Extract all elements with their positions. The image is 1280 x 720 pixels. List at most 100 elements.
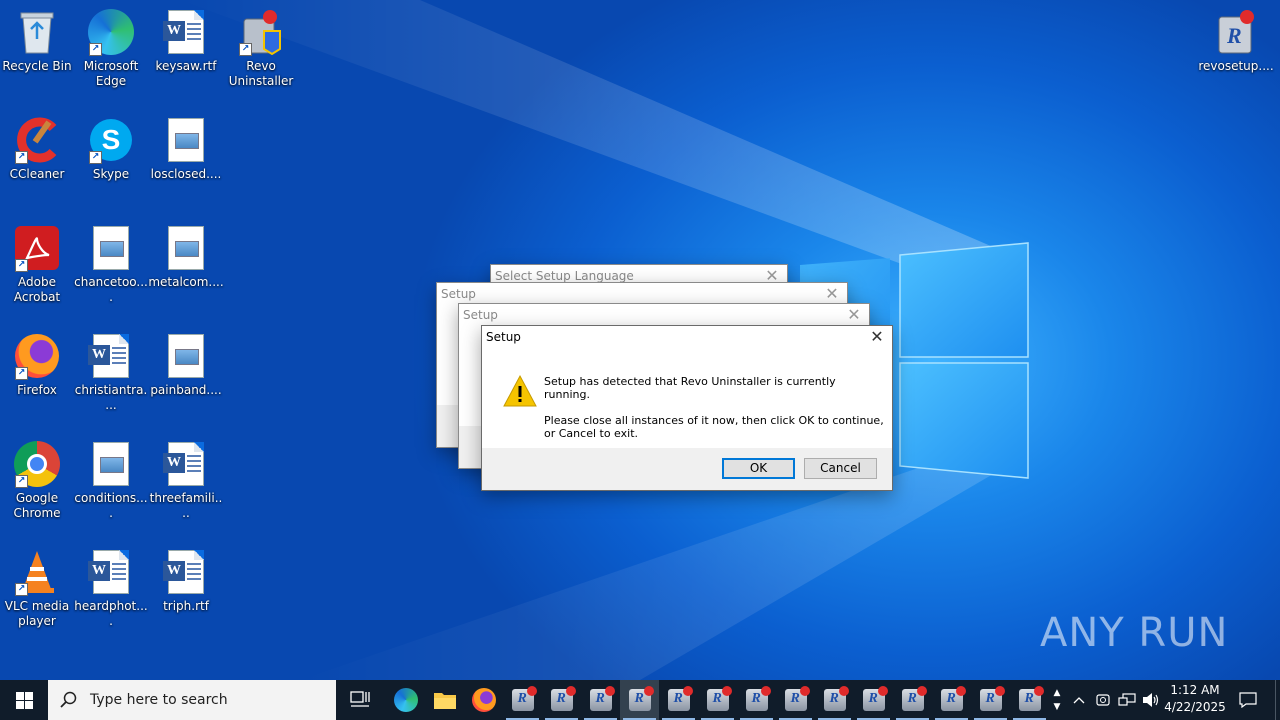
taskbar-search-box[interactable]: Type here to search [48,680,336,720]
recycle-bin-icon [13,8,61,56]
desktop-icon-file[interactable]: W keysaw.rtf [149,8,223,74]
close-icon[interactable]: ✕ [845,306,863,324]
setup-warning-dialog[interactable]: Setup ✕ Setup has detected that Revo Uni… [481,325,893,491]
desktop-icon-file[interactable]: W threefamili.... [149,440,223,521]
dialog-footer: OK Cancel [482,448,892,490]
desktop-icon-label: christiantra.... [74,383,148,412]
taskbar-clock[interactable]: 1:12 AM 4/22/2025 [1160,682,1230,716]
image-file-icon [87,224,135,272]
notification-icon [1239,692,1257,708]
taskbar-revo-window[interactable] [1010,680,1049,720]
taskbar-file-explorer[interactable] [425,680,465,720]
revo-uninstaller-icon [628,686,654,711]
taskbar-revo-window[interactable] [737,680,776,720]
ccleaner-icon: ↗ [13,116,61,164]
shortcut-arrow-icon: ↗ [15,259,28,272]
desktop-icon-label: threefamili.... [149,491,223,520]
desktop-icon-file[interactable]: chancetoo.... [74,224,148,305]
desktop-icon-firefox[interactable]: ↗ Firefox [0,332,74,398]
start-button[interactable] [0,680,48,720]
taskbar-revo-window[interactable] [815,680,854,720]
taskbar-revo-window[interactable] [542,680,581,720]
desktop-icon-file[interactable]: W heardphot.... [74,548,148,629]
action-center-button[interactable] [1234,680,1262,720]
desktop-icon-file[interactable]: metalcom.... [148,224,224,290]
image-file-icon [162,116,210,164]
desktop-icon-revo-uninstaller[interactable]: ↗ Revo Uninstaller [224,8,298,89]
taskbar-revo-window[interactable] [854,680,893,720]
tray-volume-button[interactable] [1140,680,1162,720]
close-icon[interactable]: ✕ [823,285,841,303]
ok-button[interactable]: OK [722,458,795,479]
desktop-icon-ccleaner[interactable]: ↗ CCleaner [0,116,74,182]
chevron-down-icon[interactable]: ▼ [1054,700,1061,714]
taskbar-revo-window[interactable] [932,680,971,720]
taskbar-revo-window[interactable] [971,680,1010,720]
shortcut-arrow-icon: ↗ [15,583,28,596]
taskbar-edge[interactable] [386,680,426,720]
taskbar-scroll[interactable]: ▲ ▼ [1050,680,1064,720]
desktop-icon-microsoft-edge[interactable]: ↗ Microsoft Edge [74,8,148,89]
desktop-icon-file[interactable]: conditions.... [74,440,148,521]
taskbar-revo-window[interactable] [659,680,698,720]
taskbar-revo-window[interactable] [893,680,932,720]
tray-network-button[interactable] [1116,680,1138,720]
word-document-icon: W [87,332,135,380]
vlc-cone-icon: ↗ [13,548,61,596]
show-desktop-button[interactable] [1275,680,1280,720]
warning-icon [502,374,538,412]
taskbar-revo-window[interactable] [581,680,620,720]
desktop-icon-vlc[interactable]: ↗ VLC media player [0,548,74,629]
dialog-titlebar: Setup ✕ [482,326,892,348]
desktop-icon-google-chrome[interactable]: ↗ Google Chrome [0,440,74,521]
cancel-button[interactable]: Cancel [804,458,877,479]
image-file-icon [162,224,210,272]
shortcut-arrow-icon: ↗ [239,43,252,56]
chevron-up-icon [1073,697,1085,704]
desktop-icon-file[interactable]: W triph.rtf [149,548,223,614]
dialog-title: Setup [486,330,521,344]
revo-uninstaller-icon [823,686,849,711]
tray-device-button[interactable] [1092,680,1114,720]
desktop-icon-file[interactable]: losclosed.... [149,116,223,182]
search-icon [60,691,77,708]
desktop-icon-label: Adobe Acrobat [13,275,61,304]
revo-setup-icon: R [1212,8,1260,56]
taskbar-revo-window[interactable] [776,680,815,720]
firefox-icon [472,688,496,712]
show-hidden-icons-button[interactable] [1068,680,1090,720]
desktop-icon-label: losclosed.... [150,167,222,181]
clock-time: 1:12 AM [1170,683,1220,697]
desktop-icon-adobe-acrobat[interactable]: ↗ Adobe Acrobat [0,224,74,305]
taskbar-revo-window[interactable] [503,680,542,720]
revo-uninstaller-icon: ↗ [237,8,285,56]
revo-uninstaller-icon [511,686,537,711]
desktop-icon-file[interactable]: W christiantra.... [74,332,148,413]
desktop-icon-label: VLC media player [4,599,70,628]
microsoft-edge-icon [394,688,418,712]
skype-icon: S ↗ [87,116,135,164]
desktop-icon-revosetup[interactable]: R revosetup.... [1198,8,1274,74]
desktop-icon-recycle-bin[interactable]: Recycle Bin [0,8,74,74]
taskbar-revo-window[interactable] [698,680,737,720]
taskbar-firefox[interactable] [464,680,504,720]
shortcut-arrow-icon: ↗ [89,151,102,164]
desktop-icon-file[interactable]: painband.... [149,332,223,398]
dialog-title: Setup [463,308,498,322]
chevron-up-icon[interactable]: ▲ [1054,686,1061,700]
close-icon[interactable]: ✕ [868,328,886,346]
desktop-icon-label: Recycle Bin [2,59,72,73]
task-view-button[interactable] [340,680,380,720]
anyrun-watermark: ANY RUN [1040,610,1229,656]
windows-logo-icon [15,691,33,709]
word-document-icon: W [162,8,210,56]
image-file-icon [87,440,135,488]
clock-date: 4/22/2025 [1164,700,1226,714]
revo-uninstaller-icon [745,686,771,711]
message-line: Please close all instances of it now, th… [544,414,884,427]
desktop-icon-skype[interactable]: S ↗ Skype [74,116,148,182]
google-chrome-icon: ↗ [13,440,61,488]
desktop-icon-label: chancetoo.... [74,275,148,304]
taskbar-revo-window-active[interactable] [620,680,659,720]
device-icon [1096,694,1110,706]
